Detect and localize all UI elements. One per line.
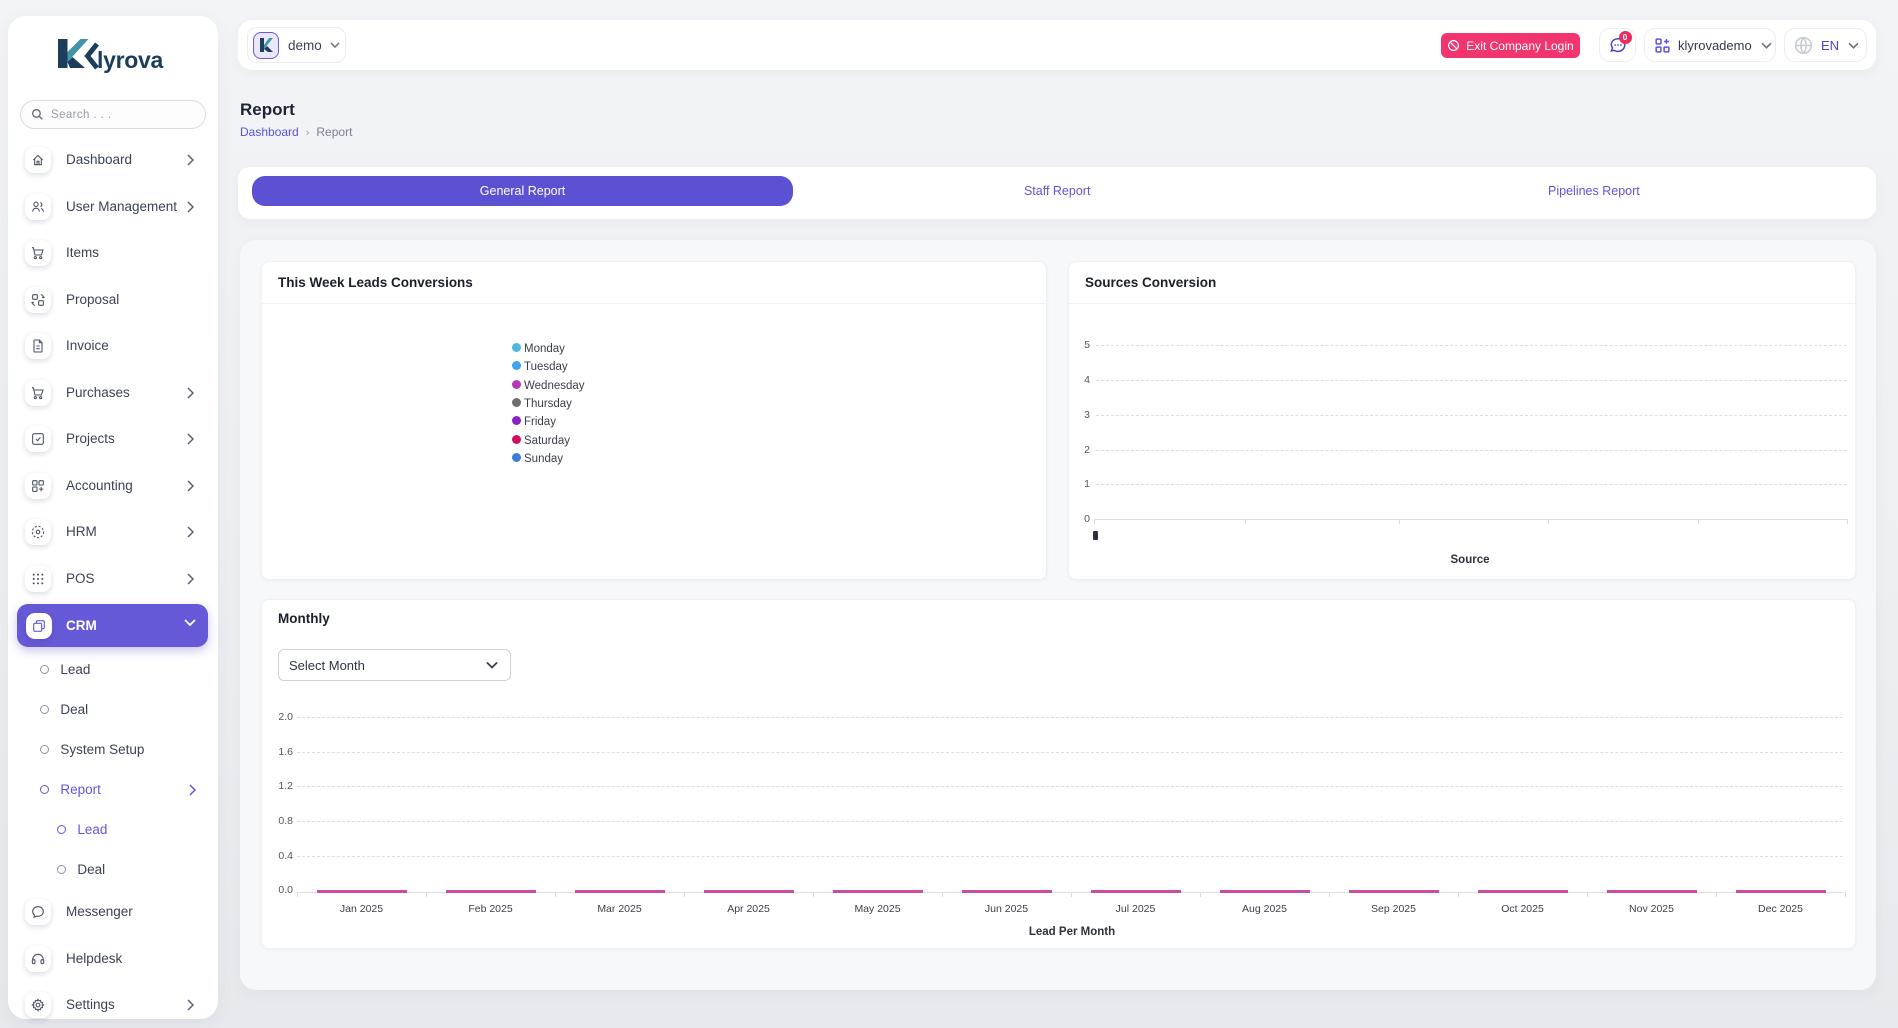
svg-text:lyrova: lyrova xyxy=(97,47,163,73)
